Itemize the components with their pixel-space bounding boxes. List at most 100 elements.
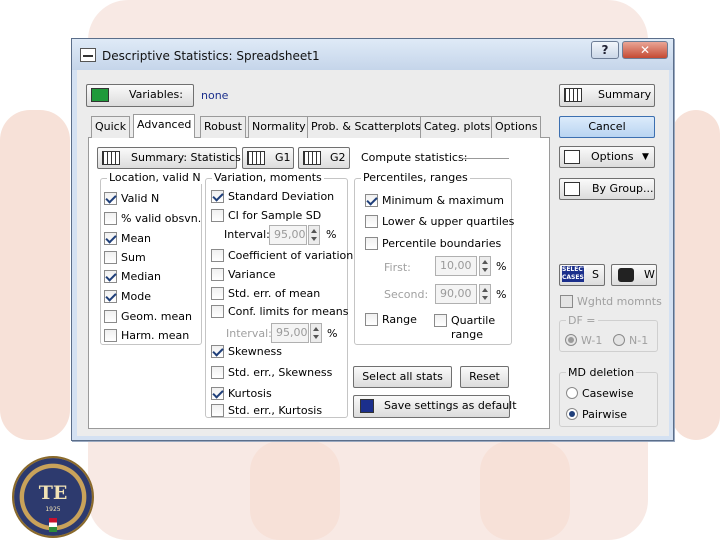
std-err-kurt-box [211,403,224,417]
weighted-moments-checkbox[interactable]: Wghtd momnts [560,294,662,309]
df-n1-radio[interactable]: N-1 [613,333,648,348]
percentile-boundaries-checkbox[interactable]: Percentile boundaries [365,236,501,251]
summary-button[interactable]: Summary [559,84,655,107]
location-item-checkbox[interactable]: Geom. mean [104,309,192,324]
options-button[interactable]: Options ▼ [559,146,655,168]
options-icon [564,150,580,164]
std-deviation-checkbox[interactable]: Standard Deviation [211,189,334,204]
second-label: Second: [384,288,429,301]
skewness-checkbox[interactable]: Skewness [211,344,282,359]
std-err-mean-checkbox[interactable]: Std. err. of mean [211,286,320,301]
df-w1-label: W-1 [581,333,603,347]
min-max-checkbox[interactable]: Minimum & maximum [365,193,504,208]
location-item-box [104,211,117,225]
g1-icon [247,151,265,165]
conf-limits-checkbox[interactable]: Conf. limits for means [211,304,348,319]
g1-label: G1 [275,151,291,164]
tab-quick[interactable]: Quick [91,116,131,138]
variance-label: Variance [228,267,276,281]
interval-spinner[interactable] [308,225,320,245]
first-spinner[interactable] [479,256,491,276]
quartile-range-checkbox[interactable]: Quartile [434,313,495,328]
interval2-label: Interval: [226,327,272,340]
lower-upper-checkbox[interactable]: Lower & upper quartiles [365,214,514,229]
second-unit: % [496,288,507,301]
ci-sd-checkbox[interactable]: CI for Sample SD [211,208,321,223]
help-button[interactable]: ? [591,41,619,59]
g1-button[interactable]: G1 [242,147,294,169]
ci-sd-label: CI for Sample SD [228,208,322,222]
second-input[interactable]: 90,00 [435,284,477,304]
variables-button[interactable]: Variables: [86,84,194,107]
md-deletion-title: MD deletion [566,366,637,379]
select-all-stats-button[interactable]: Select all stats [353,366,452,388]
location-item-checkbox[interactable]: Median [104,269,161,284]
by-group-button[interactable]: By Group... [559,178,655,200]
close-button[interactable]: ✕ [622,41,668,59]
tab-prob-scatterplots[interactable]: Prob. & Scatterplots [307,116,425,138]
pairwise-label: Pairwise [582,407,628,421]
cancel-label: Cancel [588,120,626,133]
interval-input[interactable]: 95,00 [269,225,307,245]
reset-button[interactable]: Reset [460,366,509,388]
summary-statistics-icon [102,151,120,165]
by-group-icon [564,182,580,196]
first-input[interactable]: 10,00 [435,256,477,276]
weights-button[interactable]: W [611,264,657,286]
interval2-spinner[interactable] [310,323,322,343]
kurtosis-label: Kurtosis [228,386,272,400]
interval-label: Interval: [224,228,270,241]
location-item-label: Median [121,269,162,283]
tab-robust[interactable]: Robust [200,116,246,138]
location-item-box [104,250,117,264]
second-spinner[interactable] [479,284,491,304]
location-item-label: Sum [121,250,146,264]
save-settings-default-button[interactable]: Save settings as default [353,395,517,418]
location-item-checkbox[interactable]: Valid N [104,191,159,206]
cancel-button[interactable]: Cancel [559,116,655,138]
skewness-label: Skewness [228,344,282,358]
std-deviation-box [211,189,224,203]
location-item-checkbox[interactable]: % valid obsvn. [104,211,201,226]
location-item-checkbox[interactable]: Mean [104,231,151,246]
df-w1-radio[interactable]: W-1 [565,333,602,348]
df-n1-label: N-1 [629,333,649,347]
location-item-label: Mean [121,231,151,245]
variance-checkbox[interactable]: Variance [211,267,276,282]
interval2-input[interactable]: 95,00 [271,323,309,343]
std-err-kurt-checkbox[interactable]: Std. err., Kurtosis [211,403,322,418]
summary-statistics-button[interactable]: Summary: Statistics [97,147,241,169]
compute-statistics-label: Compute statistics: [361,151,468,164]
std-err-skew-checkbox[interactable]: Std. err., Skewness [211,365,332,380]
conf-limits-box [211,304,224,318]
tab-categ-plots[interactable]: Categ. plots [420,116,495,138]
location-item-checkbox[interactable]: Mode [104,289,151,304]
title-bar: Descriptive Statistics: Spreadsheet1 ? ✕ [72,39,673,70]
kurtosis-checkbox[interactable]: Kurtosis [211,386,272,401]
weighted-moments-box [560,294,573,308]
tab-advanced[interactable]: Advanced [133,114,196,138]
location-item-checkbox[interactable]: Sum [104,250,146,265]
select-cases-icon: SELECT CASES [562,266,587,282]
location-item-checkbox[interactable]: Harm. mean [104,328,189,343]
compute-statistics-separator [461,158,509,159]
std-deviation-label: Standard Deviation [228,189,335,203]
range-checkbox[interactable]: Range [365,312,417,327]
coef-variation-checkbox[interactable]: Coefficient of variation [211,248,353,263]
save-settings-default-label: Save settings as default [384,399,517,412]
select-cases-button[interactable]: SELECT CASES S [559,264,605,286]
location-item-box [104,328,117,342]
coef-variation-label: Coefficient of variation [228,248,354,262]
dialog-title: Descriptive Statistics: Spreadsheet1 [102,49,320,63]
location-item-label: % valid obsvn. [121,211,202,225]
select-all-stats-label: Select all stats [362,370,443,383]
weighted-moments-label: Wghtd momnts [577,294,662,308]
g2-button[interactable]: G2 [298,147,350,169]
casewise-radio[interactable]: Casewise [566,386,633,401]
pairwise-radio[interactable]: Pairwise [566,407,627,422]
quartile-range-label-1: Quartile [451,313,496,327]
tab-options[interactable]: Options [491,116,542,138]
range-label: Range [382,312,417,326]
min-max-label: Minimum & maximum [382,193,504,207]
tab-normality[interactable]: Normality [248,116,310,138]
